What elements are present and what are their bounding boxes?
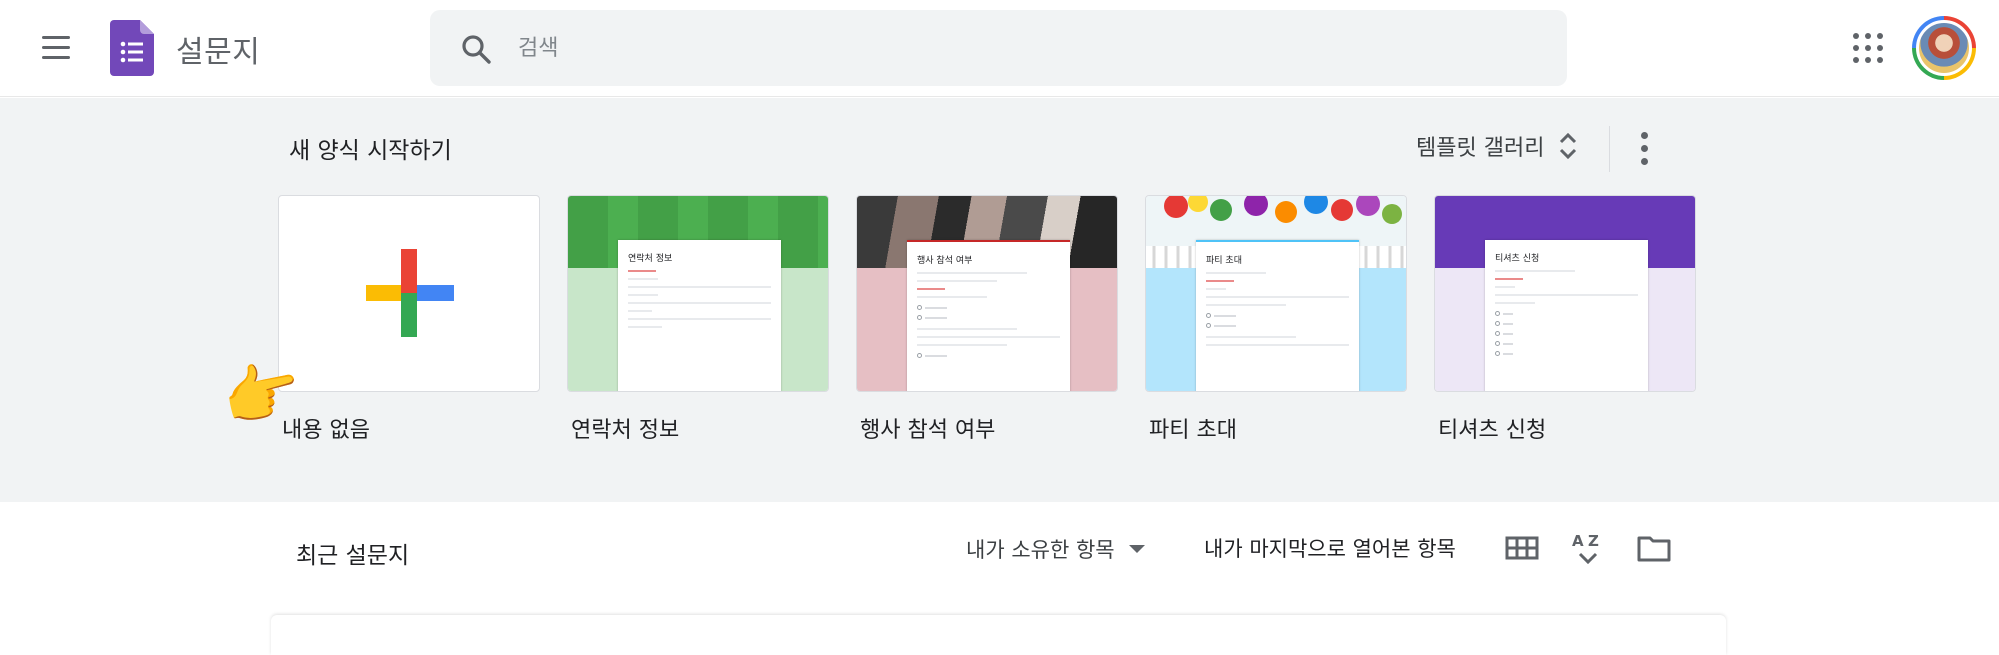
svg-text:A: A [1572,532,1584,550]
template-card-label[interactable]: 연락처 정보 [567,412,829,444]
search-input[interactable] [518,28,1518,68]
sort-az-icon[interactable]: A Z [1570,530,1606,566]
account-avatar[interactable] [1912,16,1976,80]
form-preview-sheet: 행사 참석 여부 [907,240,1070,391]
search-bar[interactable] [430,10,1567,86]
main-menu-button[interactable] [38,30,74,66]
template-card-contact-info[interactable]: 연락처 정보 연락처 정보 [567,195,829,444]
template-gallery-button[interactable]: 템플릿 갤러리 [1408,118,1586,174]
form-preview-sheet: 티셔츠 신청 [1485,240,1648,391]
app-title[interactable]: 설문지 [176,27,260,71]
toolbar-divider [1609,126,1610,172]
form-preview-sheet: 연락처 정보 [618,240,781,391]
template-section-title: 새 양식 시작하기 [289,138,452,164]
template-thumbnail[interactable]: 연락처 정보 [567,195,829,392]
sort-order-label[interactable]: 내가 마지막으로 열어본 항목 [1204,533,1456,563]
template-card-label[interactable]: 내용 없음 [278,412,540,444]
template-thumbnail[interactable]: 티셔츠 신청 [1434,195,1696,392]
more-vert-icon[interactable] [1628,126,1662,172]
template-thumbnail[interactable]: 행사 참석 여부 [856,195,1118,392]
template-card-event-rsvp[interactable]: 행사 참석 여부 행사 참석 여부 [856,195,1118,444]
template-card-tshirt-signup[interactable]: 티셔츠 신청 티셔츠 신청 [1434,195,1696,444]
template-section: 새 양식 시작하기 템플릿 갤러리 내용 없음 연락처 정보 연락처 정보 행사… [0,98,1999,502]
form-preview-sheet: 파티 초대 [1196,240,1359,391]
template-card-label[interactable]: 행사 참석 여부 [856,412,1118,444]
template-card-label[interactable]: 티셔츠 신청 [1434,412,1696,444]
recent-forms-title: 최근 설문지 [296,543,410,569]
form-preview-title: 티셔츠 신청 [1495,254,1540,264]
template-thumbnail[interactable]: 파티 초대 [1145,195,1407,392]
grid-view-icon[interactable] [1504,530,1540,566]
form-preview-title: 행사 참석 여부 [917,256,973,266]
unfold-more-icon [1560,132,1577,160]
caret-down-icon [1128,545,1145,553]
search-icon[interactable] [460,33,492,65]
svg-text:Z: Z [1588,532,1599,550]
avatar-photo [1916,20,1972,76]
form-preview-title: 파티 초대 [1206,256,1242,266]
template-card-label[interactable]: 파티 초대 [1145,412,1407,444]
template-card-party-invite[interactable]: 파티 초대 파티 초대 [1145,195,1407,444]
template-card-blank[interactable]: 내용 없음 [278,195,540,444]
google-plus-icon [366,249,454,337]
forms-logo-icon[interactable] [110,20,154,76]
folder-icon[interactable] [1636,530,1672,566]
recent-forms-list [271,615,1726,655]
template-thumbnail[interactable] [278,195,540,392]
apps-grid-icon[interactable] [1853,33,1883,63]
top-app-bar: 설문지 [0,0,1999,97]
form-preview-title: 연락처 정보 [628,254,673,264]
template-gallery-label: 템플릿 갤러리 [1416,136,1545,161]
owner-filter-label: 내가 소유한 항목 [966,538,1115,562]
owner-filter-dropdown[interactable]: 내가 소유한 항목 [966,530,1145,568]
